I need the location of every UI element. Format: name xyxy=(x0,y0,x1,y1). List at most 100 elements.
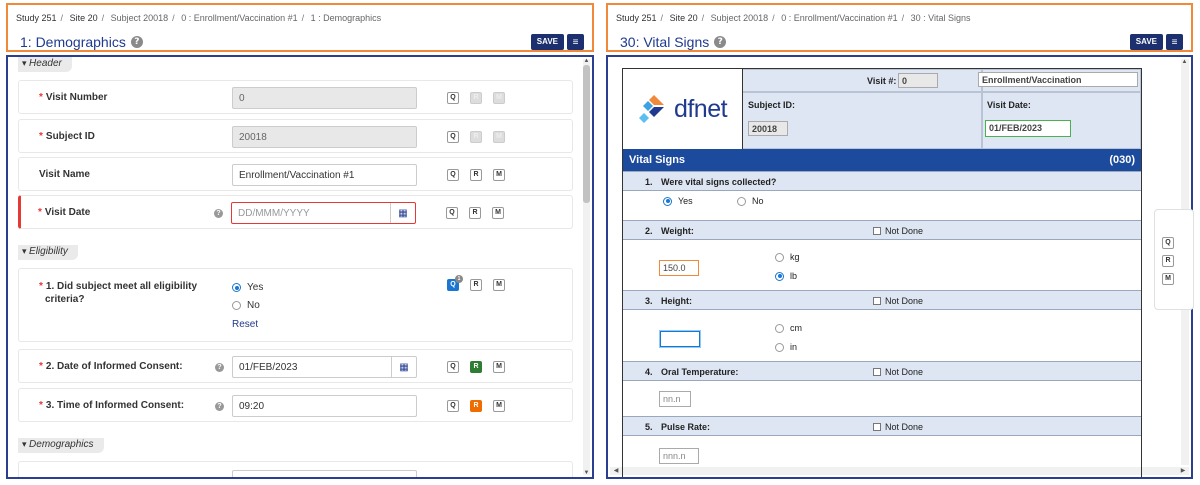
question-5-row: 5. Pulse Rate: Not Done xyxy=(623,416,1141,436)
dfnet-logo: dfnet xyxy=(623,69,743,149)
visit-name-label: Visit Name xyxy=(39,169,90,180)
height-in-radio[interactable]: in xyxy=(775,342,797,352)
scroll-up-icon[interactable]: ▲ xyxy=(583,58,590,64)
vitals-yes-radio[interactable]: Yes xyxy=(663,196,693,206)
query-button[interactable]: Q xyxy=(447,361,459,373)
vitals-no-radio[interactable]: No xyxy=(737,196,764,206)
breadcrumb-site[interactable]: Site 20 xyxy=(70,13,98,23)
consent-time-field[interactable]: 09:20 xyxy=(232,395,417,417)
question-4-row: 4. Oral Temperature: Not Done xyxy=(623,361,1141,381)
demographics-field[interactable] xyxy=(232,470,417,477)
review-button[interactable]: R xyxy=(470,169,482,181)
calendar-icon[interactable]: ▦ xyxy=(391,357,416,377)
query-button[interactable]: Q xyxy=(447,92,459,104)
section-header-demographics[interactable]: Demographics xyxy=(18,438,104,453)
demographics-form: ▲ ▼ Header *Visit Number 0 Q R M *Subjec… xyxy=(6,55,594,479)
scroll-left-icon[interactable]: ◀ xyxy=(612,467,620,474)
help-icon[interactable]: ? xyxy=(130,36,143,48)
calendar-icon[interactable]: ▦ xyxy=(390,203,415,223)
visit-number-label: * Visit Number xyxy=(39,92,108,103)
breadcrumb-study[interactable]: Study 251 xyxy=(16,13,57,23)
subject-id-label: * Subject ID xyxy=(39,131,95,142)
review-button[interactable]: R xyxy=(469,207,481,219)
query-button[interactable]: Q xyxy=(447,169,459,181)
scrollbar-thumb[interactable] xyxy=(583,65,590,203)
eligibility-no-radio[interactable]: No xyxy=(232,300,260,311)
monitor-button[interactable]: M xyxy=(1162,273,1174,285)
breadcrumb-visit[interactable]: 0 : Enrollment/Vaccination #1 xyxy=(181,13,297,23)
weight-field[interactable]: 150.0 xyxy=(659,260,699,276)
query-button[interactable]: Q xyxy=(446,207,458,219)
page-title-text: 1: Demographics xyxy=(20,34,126,50)
help-icon[interactable]: ? xyxy=(215,402,224,411)
menu-icon[interactable]: ≡ xyxy=(1166,34,1183,50)
review-button[interactable]: R xyxy=(1162,255,1174,267)
breadcrumb-study[interactable]: Study 251 xyxy=(616,13,657,23)
review-button[interactable]: R xyxy=(470,361,482,373)
monitor-button[interactable]: M xyxy=(492,207,504,219)
visit-name-field[interactable]: Enrollment/Vaccination #1 xyxy=(232,164,417,186)
visit-date-field[interactable]: DD/MMM/YYYY ▦ xyxy=(231,202,416,224)
vital-signs-form: dfnet Visit #: 0 Enrollment/Vaccination … xyxy=(622,68,1142,477)
consent-date-field[interactable]: 01/FEB/2023 ▦ xyxy=(232,356,417,378)
save-button[interactable]: SAVE xyxy=(530,34,564,50)
help-icon[interactable]: ? xyxy=(714,36,727,48)
menu-icon[interactable]: ≡ xyxy=(567,34,584,50)
weight-kg-radio[interactable]: kg xyxy=(775,252,800,262)
question-2-label: Weight: xyxy=(661,226,694,236)
save-button[interactable]: SAVE xyxy=(1129,34,1163,50)
vital-signs-body: ▲ ◀ ▶ dfnet Visit #: 0 Enrollment/Vaccin… xyxy=(606,55,1193,479)
page-title-text: 30: Vital Signs xyxy=(620,34,710,50)
question-2-row: 2. Weight: Not Done xyxy=(623,220,1141,240)
visit-date-label: Visit Date: xyxy=(987,100,1031,110)
height-cm-radio[interactable]: cm xyxy=(775,323,802,333)
pulse-field[interactable]: nnn.n xyxy=(659,448,699,464)
scroll-down-icon[interactable]: ▼ xyxy=(583,470,590,476)
temperature-not-done-checkbox[interactable]: Not Done xyxy=(873,367,923,377)
help-icon[interactable]: ? xyxy=(215,363,224,372)
breadcrumb-subject[interactable]: Subject 20018 xyxy=(711,13,769,23)
query-button[interactable]: Q xyxy=(447,400,459,412)
review-button[interactable]: R xyxy=(470,279,482,291)
visit-date-field[interactable]: 01/FEB/2023 xyxy=(985,120,1071,137)
monitor-button: M xyxy=(493,92,505,104)
temperature-field[interactable]: nn.n xyxy=(659,391,691,407)
pulse-not-done-checkbox[interactable]: Not Done xyxy=(873,422,923,432)
monitor-button[interactable]: M xyxy=(493,400,505,412)
breadcrumb-site[interactable]: Site 20 xyxy=(670,13,698,23)
monitor-button[interactable]: M xyxy=(493,361,505,373)
section-code: (030) xyxy=(1109,154,1135,166)
visit-number-field: 0 xyxy=(232,87,417,109)
visit-date-label: * Visit Date xyxy=(38,207,91,218)
breadcrumb-visit[interactable]: 0 : Enrollment/Vaccination #1 xyxy=(781,13,897,23)
query-button[interactable]: Q xyxy=(447,131,459,143)
weight-lb-radio[interactable]: lb xyxy=(775,271,797,281)
reset-link[interactable]: Reset xyxy=(232,319,258,330)
query-button[interactable]: Q1 xyxy=(447,275,463,291)
section-header-eligibility[interactable]: Eligibility xyxy=(18,245,78,260)
height-not-done-checkbox[interactable]: Not Done xyxy=(873,296,923,306)
query-count-badge: 1 xyxy=(455,275,463,283)
checkbox-icon xyxy=(873,423,881,431)
query-button[interactable]: Q xyxy=(1162,237,1174,249)
breadcrumb-subject[interactable]: Subject 20018 xyxy=(111,13,169,23)
scroll-right-icon[interactable]: ▶ xyxy=(1179,467,1187,474)
monitor-button[interactable]: M xyxy=(493,279,505,291)
scroll-up-icon[interactable]: ▲ xyxy=(1181,59,1188,65)
height-field[interactable] xyxy=(660,331,700,347)
monitor-button[interactable]: M xyxy=(493,169,505,181)
subject-id-row: * Subject ID 20018 Q R M xyxy=(18,119,573,153)
visit-name-field: Enrollment/Vaccination xyxy=(978,72,1138,87)
visit-date-row: * Visit Date ? DD/MMM/YYYY ▦ Q R M xyxy=(18,195,573,229)
visit-num-cell: Visit #: 0 xyxy=(743,69,982,92)
help-icon[interactable]: ? xyxy=(214,209,223,218)
question-3-label: Height: xyxy=(661,296,692,306)
review-button[interactable]: R xyxy=(470,400,482,412)
vertical-scrollbar[interactable]: ▲ ▼ xyxy=(583,58,590,476)
review-button: R xyxy=(470,131,482,143)
vital-signs-section-bar: Vital Signs (030) xyxy=(623,149,1141,171)
eligibility-yes-radio[interactable]: Yes xyxy=(232,282,263,293)
weight-not-done-checkbox[interactable]: Not Done xyxy=(873,226,923,236)
breadcrumb: Study 251/ Site 20/ Subject 20018/ 0 : E… xyxy=(616,13,971,23)
section-header-header[interactable]: Header xyxy=(18,57,72,72)
